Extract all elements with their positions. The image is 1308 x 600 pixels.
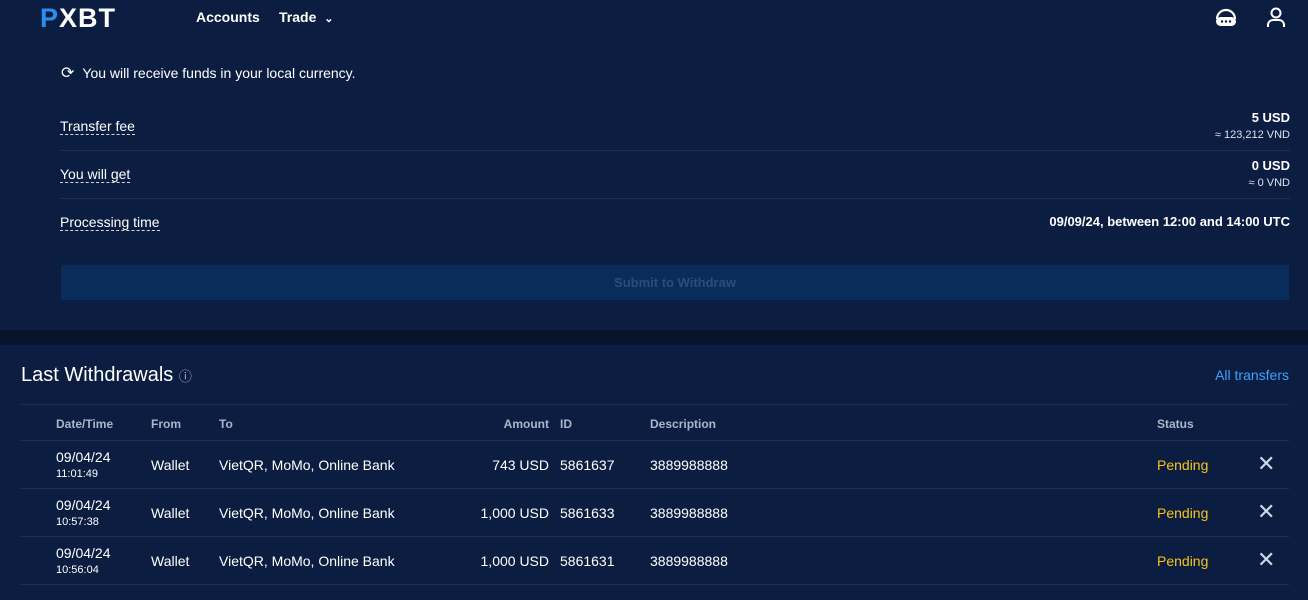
to: VietQR, MoMo, Online Bank	[219, 457, 395, 473]
time: 10:56:04	[56, 564, 99, 576]
id: 5861633	[560, 505, 615, 521]
info-icon[interactable]: ⓘ	[179, 369, 192, 384]
processing-time-label[interactable]: Processing time	[60, 214, 160, 231]
amount: 1,000 USD	[480, 505, 549, 521]
table-row[interactable]: 09/04/24 11:01:49 Wallet VietQR, MoMo, O…	[21, 441, 1289, 489]
logo[interactable]: PXBT	[40, 3, 116, 34]
date: 09/04/24	[56, 545, 111, 561]
processing-time-row: Processing time 09/09/24, between 12:00 …	[60, 214, 1290, 231]
description: 3889988888	[650, 553, 728, 569]
user-profile-icon[interactable]	[1265, 6, 1287, 28]
from: Wallet	[151, 457, 190, 473]
status-badge: Pending	[1157, 505, 1209, 521]
id: 5861637	[560, 457, 615, 473]
all-transfers-link[interactable]: All transfers	[1215, 367, 1289, 383]
status-badge: Pending	[1157, 553, 1209, 569]
amount: 1,000 USD	[480, 553, 549, 569]
amount: 743 USD	[492, 457, 549, 473]
local-currency-notice: ⟳ You will receive funds in your local c…	[61, 65, 356, 82]
refresh-icon: ⟳	[61, 65, 75, 82]
you-will-get-label[interactable]: You will get	[60, 166, 131, 183]
date: 09/04/24	[56, 449, 111, 465]
to: VietQR, MoMo, Online Bank	[219, 505, 395, 521]
id: 5861631	[560, 553, 615, 569]
support-headset-icon[interactable]	[1213, 6, 1239, 30]
withdraw-panel: PXBT Accounts Trade ⌄ ⟳ You will receive…	[0, 0, 1308, 330]
cancel-close-icon[interactable]: ✕	[1257, 499, 1275, 525]
description: 3889988888	[650, 505, 728, 521]
top-nav: PXBT Accounts Trade ⌄	[0, 0, 1308, 44]
table-header: Date/Time From To Amount ID Description …	[21, 404, 1289, 441]
chevron-down-icon: ⌄	[324, 13, 334, 25]
transfer-fee-row: Transfer fee 5 USD ≈ 123,212 VND	[60, 103, 1290, 151]
section-title: Last Withdrawals ⓘ	[21, 364, 192, 386]
status-badge: Pending	[1157, 457, 1209, 473]
time: 10:57:38	[56, 516, 99, 528]
from: Wallet	[151, 505, 190, 521]
last-withdrawals-panel: Last Withdrawals ⓘ All transfers Date/Ti…	[0, 345, 1308, 600]
description: 3889988888	[650, 457, 728, 473]
to: VietQR, MoMo, Online Bank	[219, 553, 395, 569]
submit-withdraw-button[interactable]: Submit to Withdraw	[61, 265, 1289, 300]
you-will-get-row: You will get 0 USD ≈ 0 VND	[60, 151, 1290, 199]
transfer-fee-label[interactable]: Transfer fee	[60, 118, 135, 135]
nav-trade[interactable]: Trade ⌄	[279, 9, 333, 25]
cancel-close-icon[interactable]: ✕	[1257, 547, 1275, 573]
nav-accounts[interactable]: Accounts	[196, 9, 260, 25]
table-row[interactable]: 09/04/24 10:56:04 Wallet VietQR, MoMo, O…	[21, 537, 1289, 585]
table-row[interactable]: 09/04/24 10:57:38 Wallet VietQR, MoMo, O…	[21, 489, 1289, 537]
date: 09/04/24	[56, 497, 111, 513]
cancel-close-icon[interactable]: ✕	[1257, 451, 1275, 477]
from: Wallet	[151, 553, 190, 569]
time: 11:01:49	[56, 468, 99, 480]
